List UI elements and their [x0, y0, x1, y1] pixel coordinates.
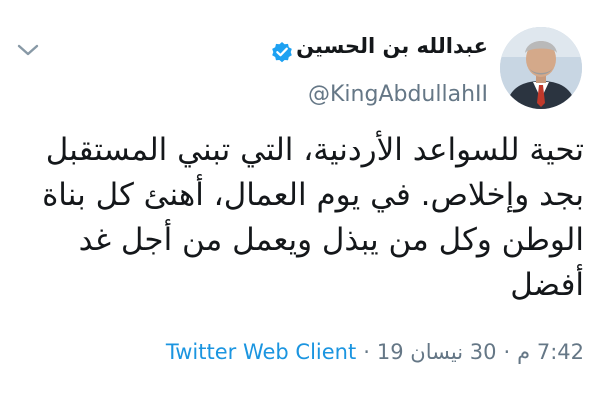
tweet-text-line: أفضل: [510, 267, 584, 303]
tweet-meta: 7:42 م·30 نيسان 19·Twitter Web Client: [166, 340, 584, 364]
avatar[interactable]: [500, 27, 582, 109]
tweet-time[interactable]: 7:42 م: [517, 340, 584, 364]
tweet-source-link[interactable]: Twitter Web Client: [166, 340, 356, 364]
author-name[interactable]: عبدالله بن الحسين: [296, 34, 488, 58]
tweet-text: تحية للسواعد الأردنية، التي تبني المستقب…: [24, 128, 584, 308]
tweet-text-line: الوطن وكل من يبذل ويعمل من أجل غد: [78, 222, 584, 258]
tweet-card: عبدالله بن الحسين @KingAbdullahII تحية ل…: [0, 0, 606, 400]
tweet-text-line: تحية للسواعد الأردنية، التي تبني المستقب…: [45, 132, 584, 168]
tweet-text-line: بجد وإخلاص. في يوم العمال، أهنئ كل بناة: [42, 177, 584, 213]
tweet-date[interactable]: 30 نيسان 19: [377, 340, 497, 364]
meta-separator: ·: [503, 340, 511, 364]
chevron-down-icon[interactable]: [14, 40, 42, 60]
author-handle[interactable]: @KingAbdullahII: [308, 82, 488, 107]
meta-separator: ·: [363, 340, 370, 364]
verified-badge-icon: [270, 40, 294, 64]
profile-photo-icon: [500, 27, 582, 109]
